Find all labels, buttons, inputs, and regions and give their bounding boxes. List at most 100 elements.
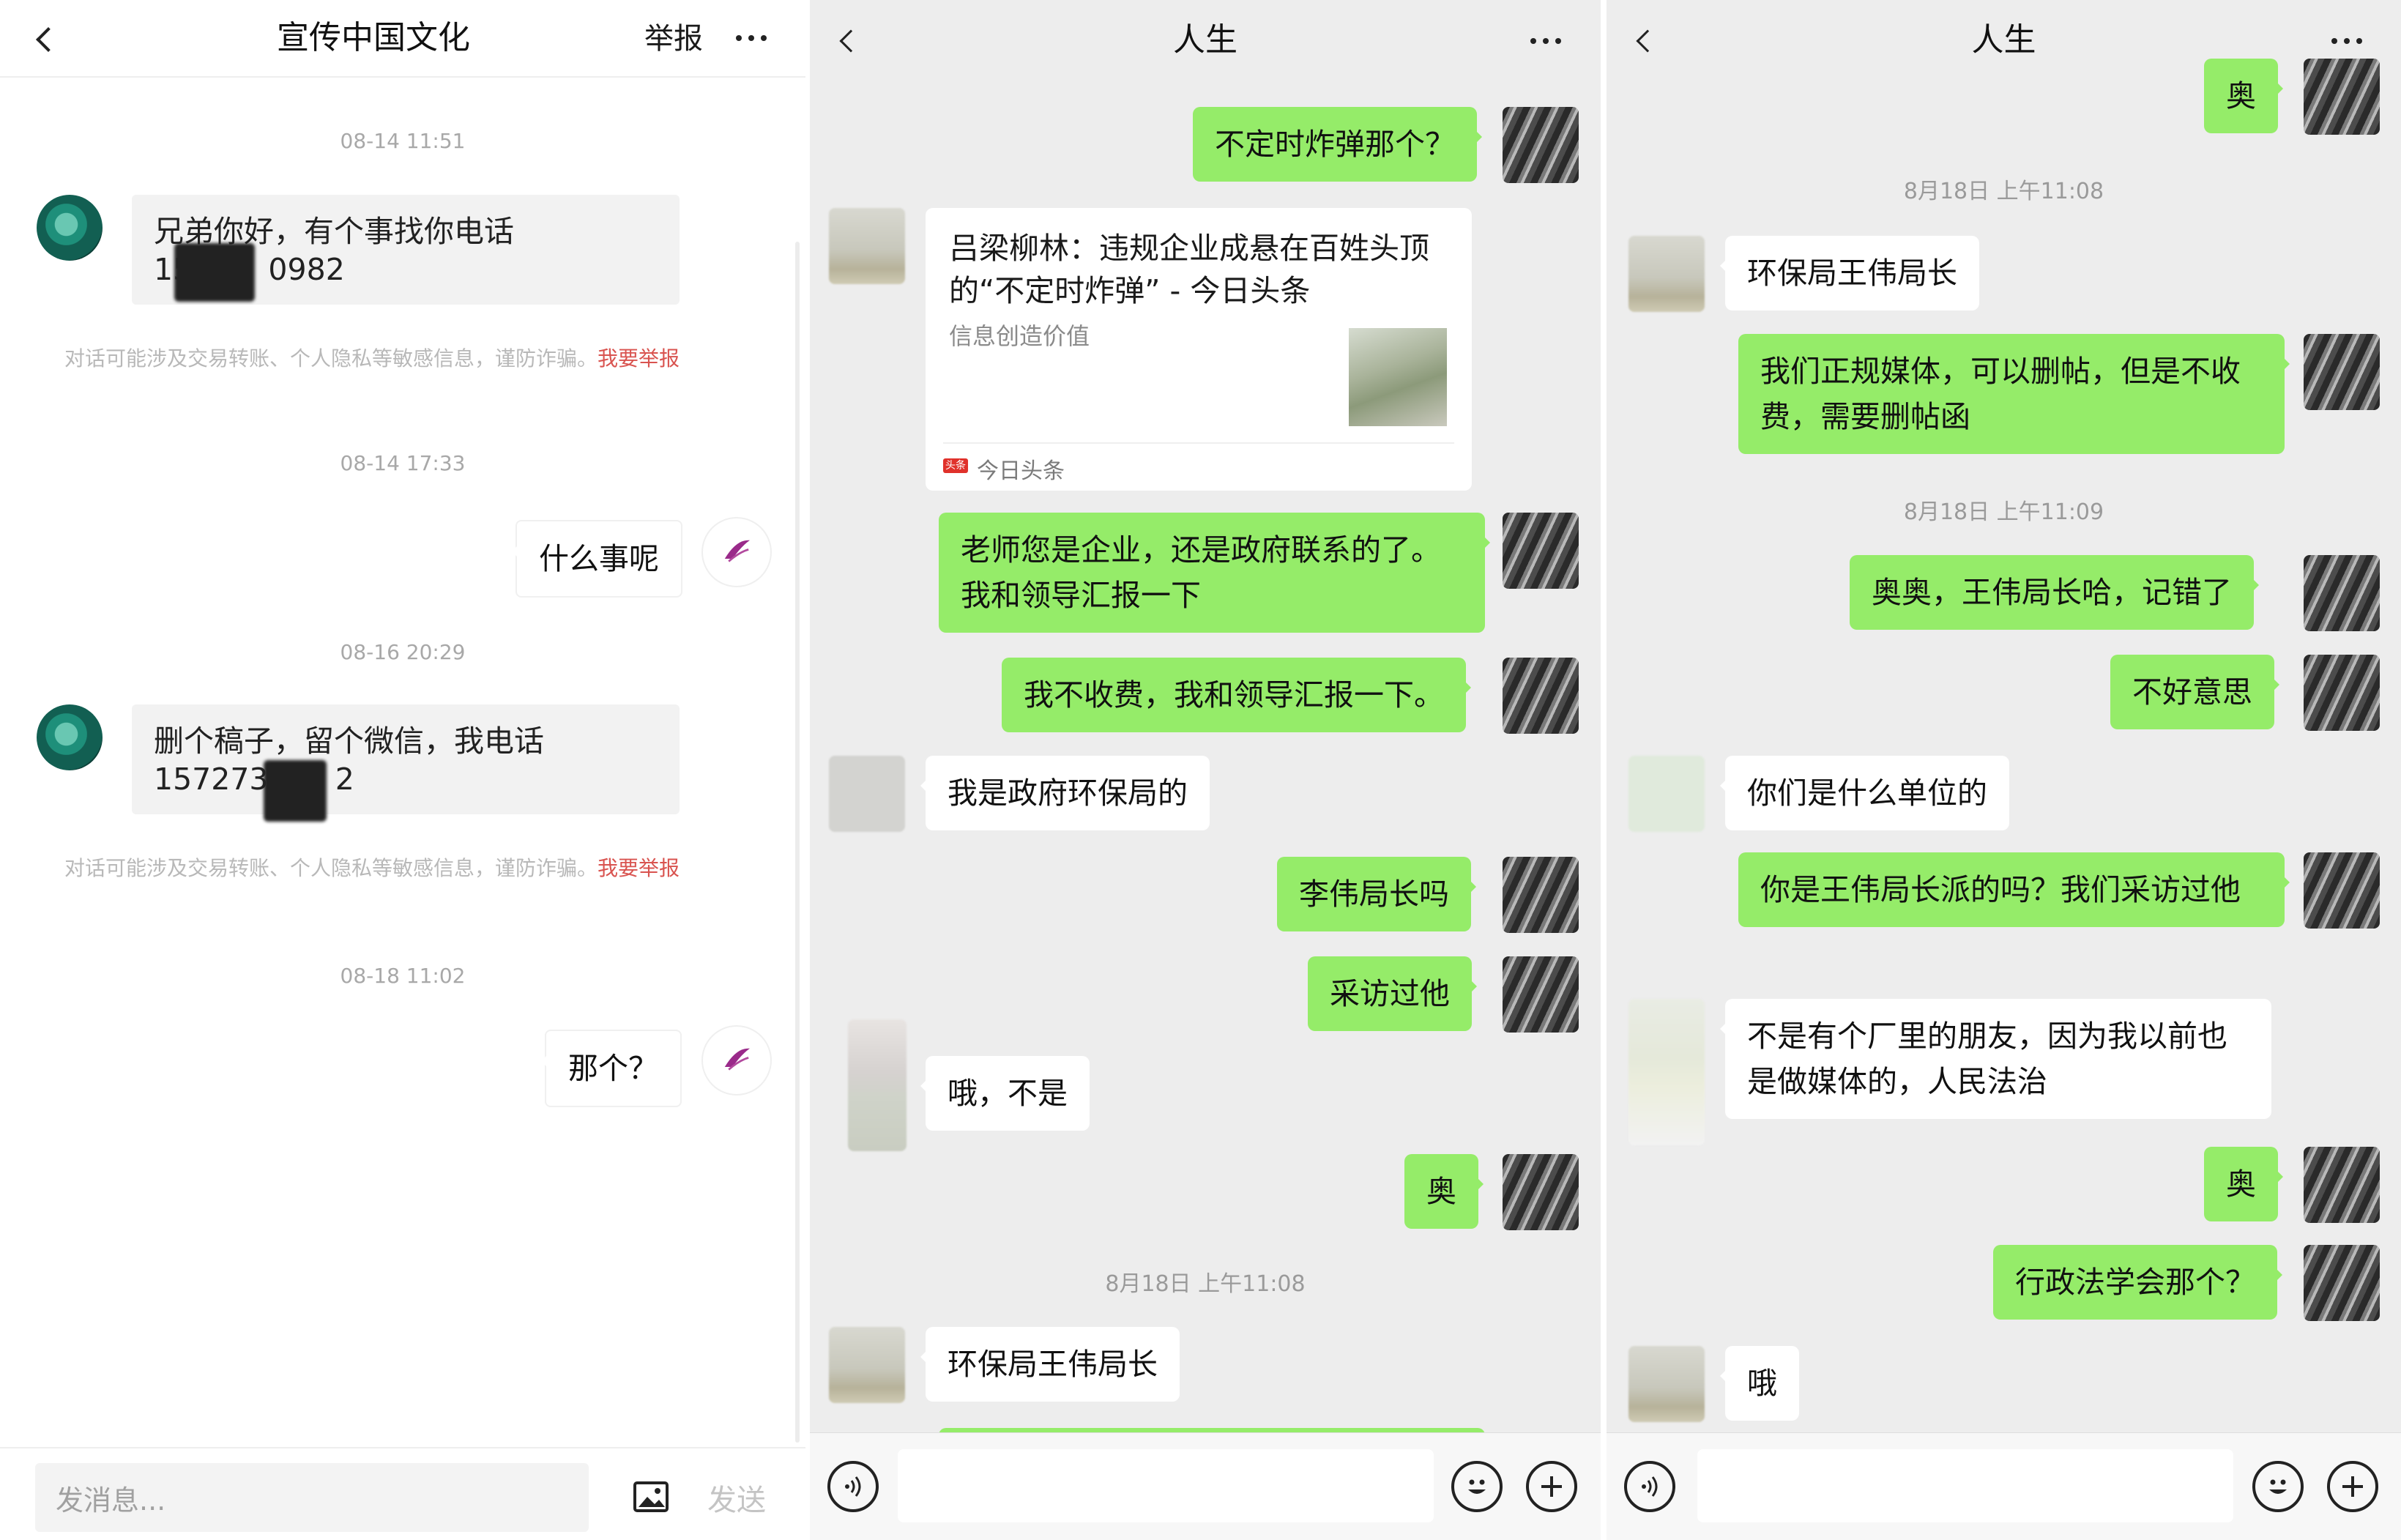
timestamp: 8月18日 上午11:08 (1105, 1271, 1306, 1297)
message-bubble[interactable]: 不好意思 (2110, 655, 2279, 729)
message-input[interactable] (898, 1449, 1434, 1522)
timestamp: 08-14 11:51 (340, 129, 466, 153)
avatar[interactable] (701, 1025, 772, 1096)
smile-face-icon (2269, 1479, 2287, 1494)
message-input[interactable] (1697, 1449, 2233, 1522)
message-text: 我不收费，我和领导汇报一下。 (1024, 677, 1444, 713)
avatar[interactable] (829, 1327, 905, 1403)
message-bubble[interactable]: 我是政府环保局的 (920, 756, 1210, 830)
message-input[interactable]: 发消息... (35, 1463, 589, 1532)
message-bubble[interactable]: 删个稿子，留个微信，我电话 1572737 2 (132, 704, 680, 814)
input-placeholder: 发消息... (56, 1484, 166, 1517)
message-text: 环保局王伟局长 (948, 1347, 1158, 1382)
panel-left-chat: 宣传中国文化 举报 08-14 11:51 兄弟你好，有个事找你电话 15 09… (0, 0, 805, 1540)
avatar[interactable] (701, 517, 772, 587)
timestamp: 08-16 20:29 (340, 640, 466, 664)
image-icon[interactable] (633, 1481, 669, 1513)
timestamp: 8月18日 上午11:09 (1903, 499, 2104, 525)
message-bubble[interactable]: 哦，不是 (920, 1056, 1090, 1131)
avatar[interactable] (2304, 334, 2380, 410)
message-bubble[interactable]: 奥 (1404, 1154, 1484, 1229)
avatar[interactable] (2304, 1147, 2380, 1223)
message-text: 不好意思 (2132, 674, 2252, 710)
message-text: 行政法学会那个？ (2015, 1265, 2255, 1300)
message-bubble[interactable]: 哦 (1720, 1346, 1799, 1421)
message-bubble[interactable]: 奥 (2204, 1147, 2283, 1221)
message-bubble[interactable]: 那个？ (541, 1031, 680, 1106)
plus-icon[interactable] (2327, 1461, 2378, 1512)
avatar[interactable] (1503, 658, 1579, 734)
voice-wave-icon (845, 1476, 861, 1497)
avatar[interactable] (1503, 107, 1579, 183)
avatar[interactable] (2304, 555, 2380, 631)
message-bubble[interactable]: 环保局王伟局长 (920, 1327, 1180, 1402)
emoji-icon[interactable] (1451, 1461, 1503, 1512)
avatar[interactable] (1628, 236, 1705, 312)
voice-icon[interactable] (1624, 1461, 1675, 1512)
message-text: 李伟局长吗 (1299, 877, 1449, 912)
message-bubble[interactable]: 不是有个厂里的朋友，因为我以前也是做媒体的，人民法治 (1720, 999, 2271, 1119)
avatar[interactable] (1503, 956, 1579, 1033)
message-text: 采访过他 (1330, 976, 1450, 1011)
avatar[interactable] (829, 208, 905, 284)
scrollbar[interactable] (795, 242, 800, 1443)
emoji-icon[interactable] (2252, 1461, 2304, 1512)
panel-divider (1601, 0, 1607, 1540)
message-bubble[interactable]: 行政法学会那个？ (1993, 1245, 2282, 1320)
header: 人生 (810, 0, 1601, 81)
avatar[interactable] (37, 704, 103, 770)
message-text: 那个？ (568, 1051, 658, 1086)
message-bubble[interactable]: 我不收费，我和领导汇报一下。 (1002, 658, 1471, 732)
panel-middle-chat: 人生 不定时炸弹那个？ 吕梁柳林：违规企业成悬在百姓头顶的“不定时炸弹” - 今… (810, 0, 1601, 1540)
avatar[interactable] (37, 195, 103, 261)
avatar[interactable] (2304, 852, 2380, 929)
header: 宣传中国文化 举报 (0, 0, 805, 78)
send-button[interactable]: 发送 (707, 1476, 766, 1519)
avatar[interactable] (1503, 857, 1579, 933)
more-icon[interactable] (736, 35, 767, 41)
message-bubble[interactable]: 奥 (2204, 59, 2283, 133)
composer: 发消息... 发送 (0, 1447, 805, 1540)
message-bubble[interactable]: 我们正规媒体，可以删帖，但是不收费，需要删帖函 (1738, 334, 2290, 454)
message-bubble[interactable]: 不定时炸弹那个？ (1193, 107, 1482, 182)
avatar[interactable] (2304, 59, 2380, 135)
message-text: 哦，不是 (948, 1076, 1068, 1111)
message-bubble[interactable]: 奥奥，王伟局长哈，记错了 (1850, 555, 2259, 630)
report-link[interactable]: 我要举报 (598, 856, 680, 880)
composer (1607, 1432, 2401, 1540)
avatar[interactable] (1503, 513, 1579, 589)
more-icon[interactable] (1530, 38, 1561, 44)
shared-article-card[interactable]: 吕梁柳林：违规企业成悬在百姓头顶的“不定时炸弹” - 今日头条 信息创造价值 头… (926, 208, 1472, 491)
message-bubble[interactable]: 你是王伟局长派的吗？我们采访过他 (1738, 852, 2290, 927)
voice-icon[interactable] (827, 1461, 879, 1512)
message-bubble[interactable]: 采访过他 (1308, 956, 1477, 1031)
message-text: 奥 (1426, 1174, 1456, 1209)
timestamp: 08-18 11:02 (340, 964, 466, 988)
avatar[interactable] (1628, 999, 1705, 1145)
message-bubble[interactable]: 老师您是企业，还是政府联系的了。我和领导汇报一下 (939, 513, 1490, 633)
page-title: 宣传中国文化 (277, 19, 470, 56)
avatar[interactable] (848, 1019, 907, 1151)
avatar[interactable] (1628, 756, 1705, 832)
message-text: 不是有个厂里的朋友，因为我以前也是做媒体的，人民法治 (1747, 1019, 2227, 1099)
message-text: 删个稿子，留个微信，我电话 (154, 723, 544, 759)
header: 人生 (1607, 0, 2401, 81)
message-bubble[interactable]: 你们是什么单位的 (1720, 756, 2009, 830)
report-button[interactable]: 举报 (644, 21, 703, 57)
avatar[interactable] (1628, 1346, 1705, 1422)
message-bubble[interactable]: 环保局王伟局长 (1720, 236, 1979, 310)
message-text: 你们是什么单位的 (1747, 775, 1987, 811)
message-bubble[interactable]: 什么事呢 (512, 521, 681, 596)
composer (810, 1432, 1601, 1540)
avatar[interactable] (829, 756, 905, 832)
message-bubble[interactable]: 李伟局长吗 (1277, 857, 1476, 931)
avatar[interactable] (2304, 1245, 2380, 1321)
avatar[interactable] (1503, 1154, 1579, 1230)
article-source: 今日头条 (977, 458, 1065, 484)
avatar[interactable] (2304, 655, 2380, 731)
report-link[interactable]: 我要举报 (598, 346, 680, 371)
plus-icon[interactable] (1526, 1461, 1577, 1512)
more-icon[interactable] (2331, 38, 2362, 44)
smile-face-icon (1468, 1479, 1486, 1494)
message-text: 环保局王伟局长 (1747, 256, 1957, 291)
